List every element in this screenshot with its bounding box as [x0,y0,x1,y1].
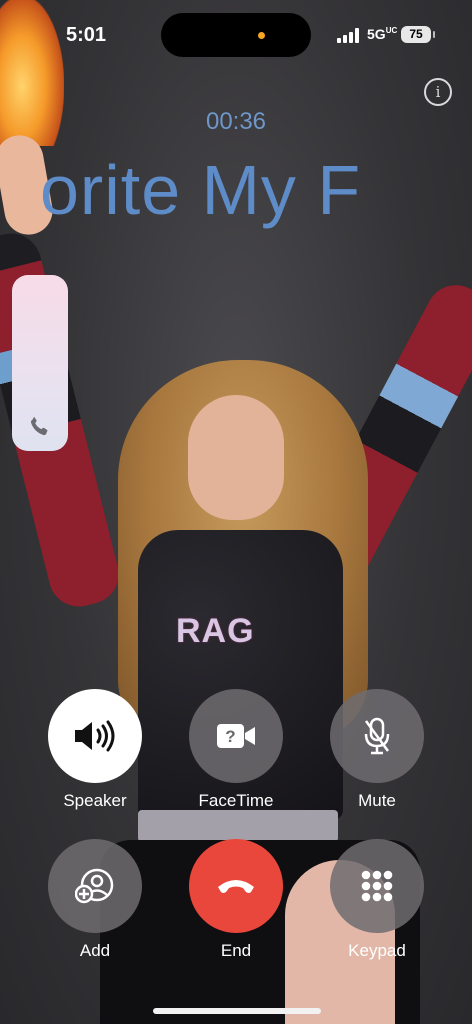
speaker-icon [75,720,115,752]
facetime-unavailable-icon: ? [217,724,255,748]
home-indicator[interactable] [153,1008,321,1014]
mute-label: Mute [358,791,396,810]
phone-icon [30,416,48,436]
mute-button[interactable] [330,689,424,783]
dynamic-island[interactable] [161,13,311,57]
network-label: 5G [367,26,386,42]
add-call-button[interactable] [48,839,142,933]
svg-text:?: ? [225,727,235,746]
caller-name: orite My F [40,151,362,229]
privacy-indicator-dot [258,32,265,39]
jersey-logo: RAG [176,612,255,650]
photo-face [188,395,284,520]
end-label: End [220,941,252,960]
facetime-label: FaceTime [198,791,274,810]
add-label: Add [79,941,111,960]
photo-belt [138,810,338,842]
call-duration: 00:36 [205,108,267,135]
add-person-icon [75,868,114,904]
keypad-label: Keypad [348,941,406,960]
network-sublabel: UC [385,26,398,35]
status-time: 5:01 [66,24,107,46]
mic-slash-icon [364,717,390,755]
cellular-signal-icon [337,28,361,43]
speaker-control: Speaker [48,689,142,811]
info-icon[interactable]: i [424,78,452,106]
facetime-button[interactable]: ? [189,689,283,783]
end-call-icon [218,880,254,893]
keypad-control: Keypad [330,839,424,961]
add-control: Add [48,839,142,961]
battery-indicator: 75 [401,26,435,43]
end-control: End [189,839,283,961]
mute-control: Mute [330,689,424,811]
speaker-label: Speaker [63,791,127,810]
status-bar: 5:01 5GUC 75 [0,0,472,70]
speaker-button[interactable] [48,689,142,783]
facetime-control: ? FaceTime [189,689,283,811]
network-type: 5GUC [367,26,397,42]
call-slider[interactable] [12,275,68,451]
end-call-button[interactable] [189,839,283,933]
keypad-button[interactable] [330,839,424,933]
keypad-icon [361,870,393,902]
